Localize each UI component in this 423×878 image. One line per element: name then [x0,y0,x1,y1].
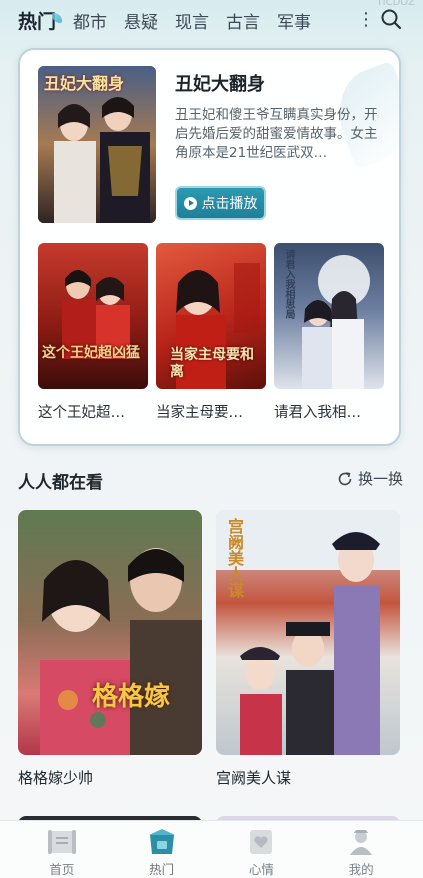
recommendation-poster-art [62,270,130,359]
nav-hot-label: 热门 [149,862,175,877]
recommendation-poster-title: 这个王妃超凶猛 [42,345,140,361]
status-corner-mark: TICDOZ [376,0,415,8]
more-tabs-button[interactable]: ⋮ [357,9,375,30]
nav-profile-label: 我的 [348,862,374,877]
recommendation-title: 请君入我相… [274,405,361,421]
play-button[interactable]: 点击播放 [175,186,266,220]
popular-poster: 格格嫁 [18,510,202,755]
popular-title: 宫阙美人谋 [216,769,292,787]
nav-home[interactable]: 首页 [27,821,97,878]
recommendation-poster: 当家主母要和离 [156,243,266,389]
tab-modern-romance[interactable]: 现言 [175,8,209,33]
featured-poster[interactable]: 丑妃大翻身 [38,66,156,223]
recommendation-poster: 请君入我相思局 [274,243,384,389]
hot-box-icon [148,829,175,854]
popular-title: 格格嫁少帅 [18,769,94,787]
top-category-bar: 热门 都市 悬疑 现言 古言 军事 ⋮ TICDOZ [0,0,423,40]
recommendation-item[interactable]: 当家主母要和离 当家主母要… [156,243,266,422]
nav-hot[interactable]: 热门 [127,821,197,878]
refresh-button[interactable]: 换一换 [337,468,403,489]
recommendation-item[interactable]: 请君入我相思局 请君入我相… [274,243,384,422]
tab-urban[interactable]: 都市 [73,8,107,33]
play-button-label: 点击播放 [201,196,258,212]
app-screen: 热门 都市 悬疑 现言 古言 军事 ⋮ TICDOZ 丑妃大翻身 丑妃大翻身 丑… [0,0,423,878]
popular-item[interactable]: 宫阙美人谋 宫阙美人谋 [216,510,400,788]
popular-poster-art [40,548,202,755]
tab-suspense[interactable]: 悬疑 [124,8,158,33]
nav-mood[interactable]: 心情 [226,821,296,878]
featured-poster-title: 丑妃大翻身 [44,74,125,93]
nav-mood-label: 心情 [248,862,274,877]
recommendation-item[interactable]: 这个王妃超凶猛 这个王妃超… [38,243,148,422]
recommendation-poster-title: 当家主母要和离 [170,347,254,380]
bottom-navigation: 首页 热门 心情 我的 [0,820,423,878]
featured-card: 丑妃大翻身 丑妃大翻身 丑王妃和傻王爷互瞒真实身份，开启先婚后爱的甜蜜爱情故事。… [18,48,401,446]
person-icon [350,830,373,855]
tab-hot[interactable]: 热门 [18,7,63,34]
featured-title: 丑妃大翻身 [175,74,265,95]
recommendation-poster-title: 请君入我相思局 [283,249,294,319]
category-tabs: 热门 都市 悬疑 现言 古言 军事 [0,7,328,34]
section-header: 人人都在看 换一换 [18,466,403,494]
section-title: 人人都在看 [18,473,103,493]
recommendation-poster: 这个王妃超凶猛 [38,243,148,389]
popular-poster-title: 宫阙美人谋 [225,518,244,598]
tab-ancient-romance[interactable]: 古言 [226,8,260,33]
scroll-icon [47,830,76,854]
popular-item[interactable]: 格格嫁 格格嫁少帅 [18,510,202,788]
heart-card-icon [250,830,273,854]
nav-home-label: 首页 [49,862,75,877]
tab-military[interactable]: 军事 [277,8,311,33]
refresh-icon [338,471,352,485]
refresh-label: 换一换 [357,470,403,488]
recommendation-title: 当家主母要… [156,405,243,421]
popular-poster-title: 格格嫁 [92,682,171,712]
popular-poster: 宫阙美人谋 [216,510,400,755]
search-icon [381,9,402,30]
featured-description: 丑王妃和傻王爷互瞒真实身份，开启先婚后爱的甜蜜爱情故事。女主角原本是21世纪医武… [175,107,378,161]
play-icon [183,196,197,210]
recommendation-title: 这个王妃超… [38,405,125,421]
search-button[interactable] [380,8,402,30]
nav-profile[interactable]: 我的 [326,821,396,878]
